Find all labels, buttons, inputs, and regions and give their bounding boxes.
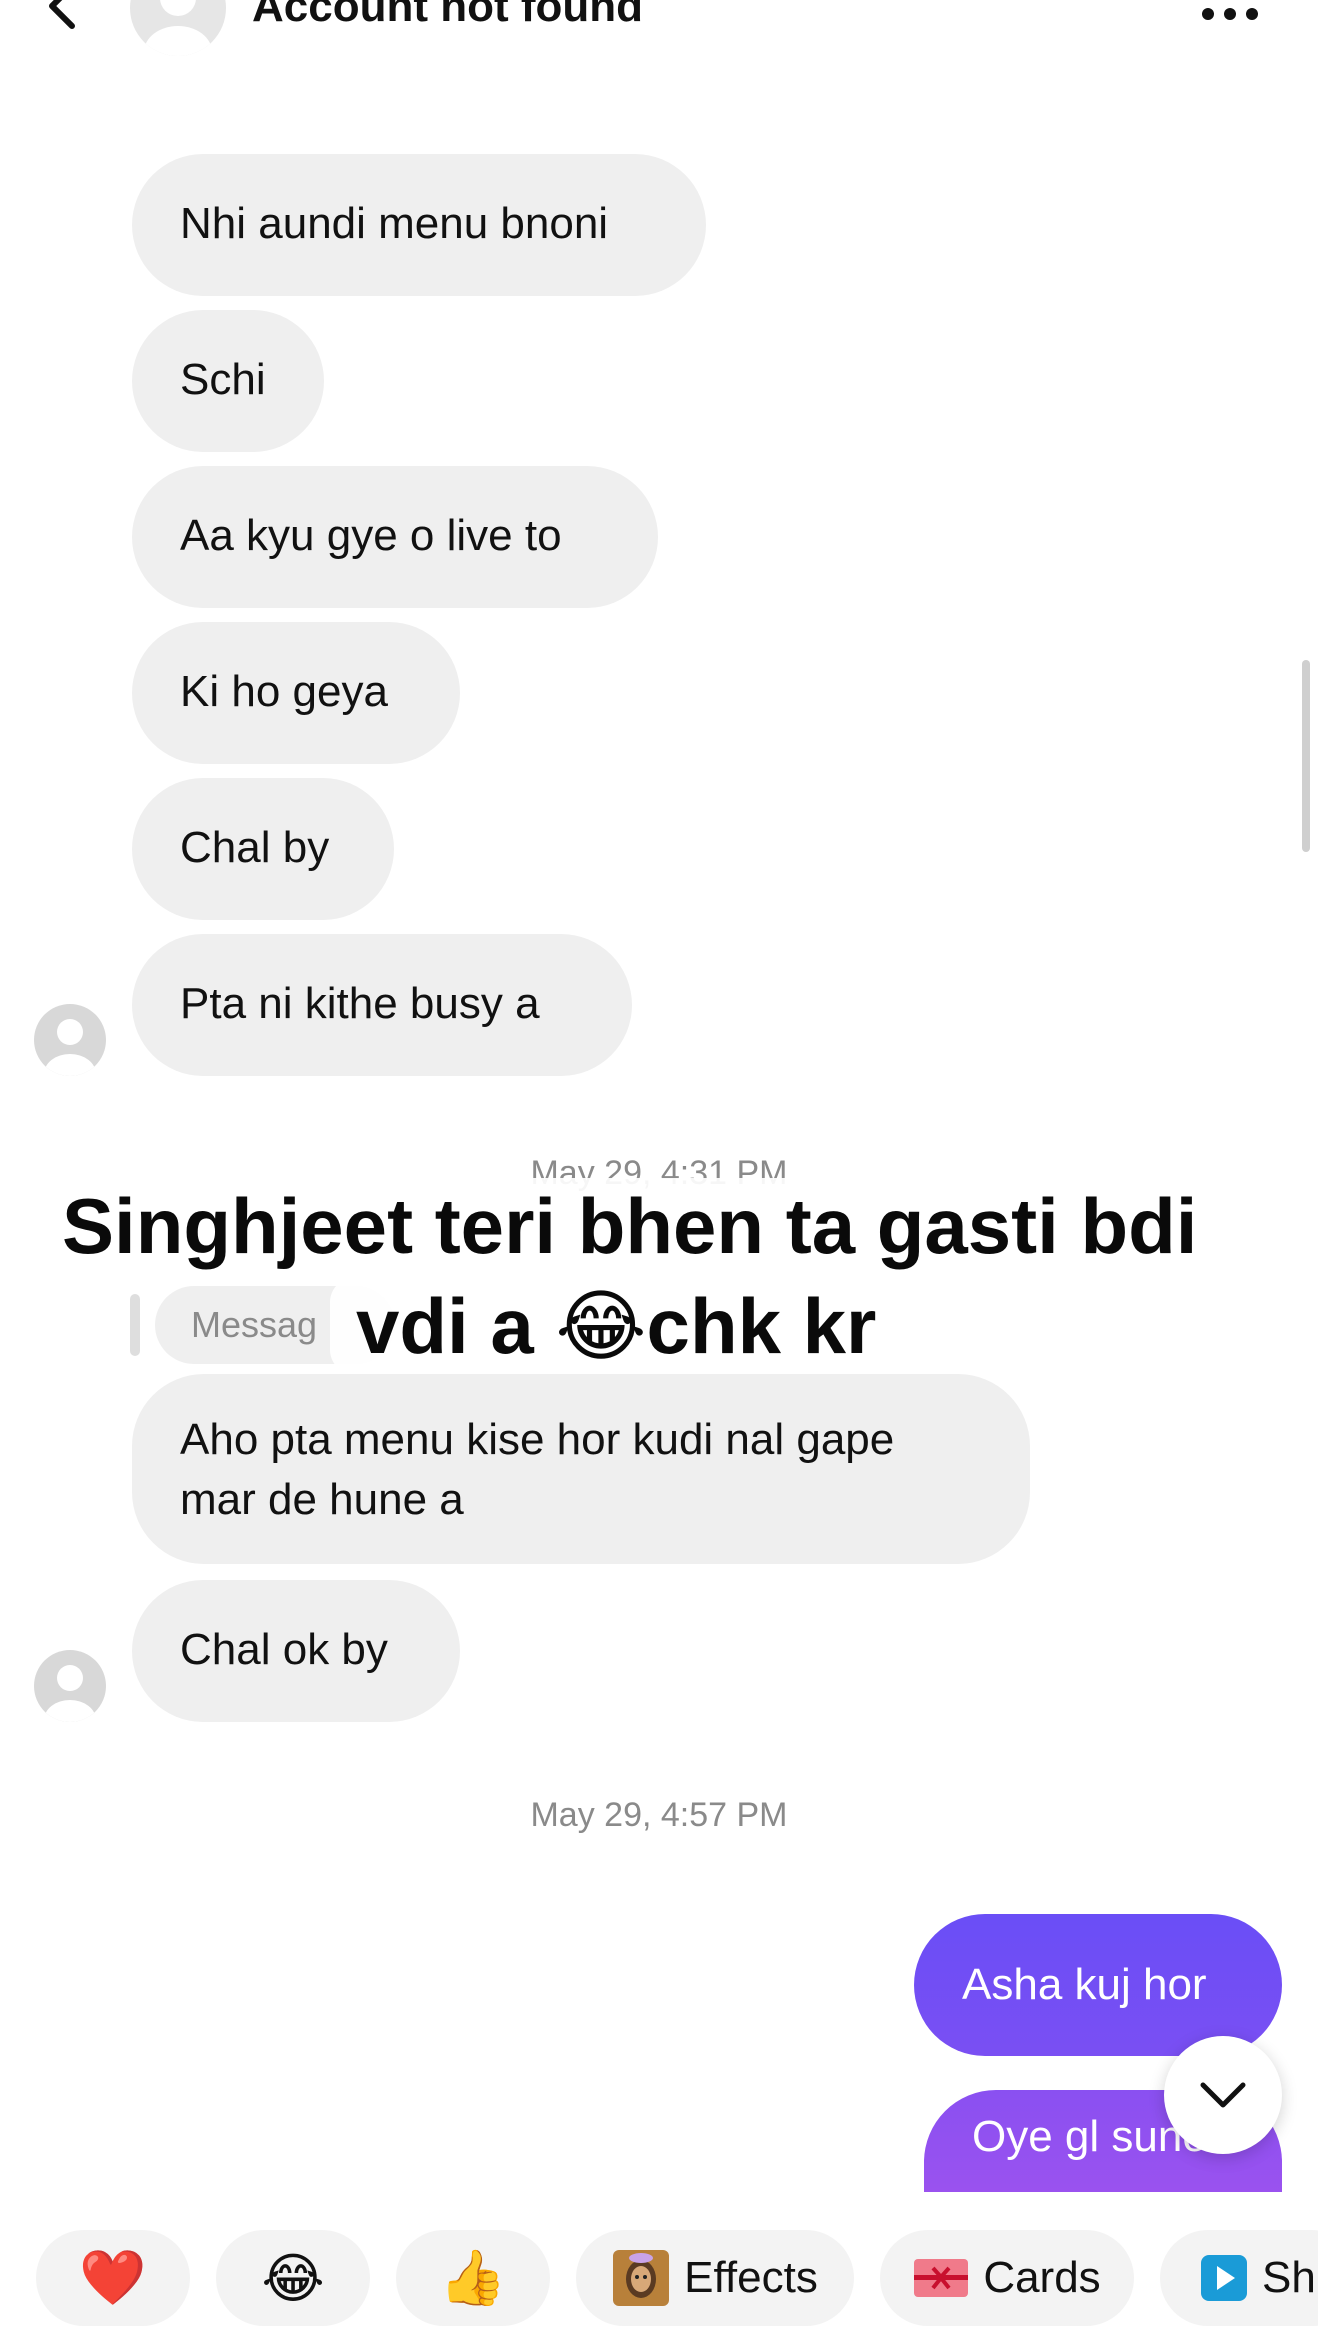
message-bubble[interactable]: Chal ok by bbox=[132, 1580, 460, 1722]
cards-label: Cards bbox=[983, 2253, 1101, 2302]
heart-icon: ❤️ bbox=[79, 2247, 147, 2308]
share-button[interactable]: Sh bbox=[1160, 2230, 1318, 2326]
effects-label: Effects bbox=[684, 2253, 818, 2302]
default-avatar-icon bbox=[44, 1019, 96, 1076]
caption-line-1: Singhjeet teri bhen ta gasti bdi bbox=[36, 1178, 1224, 1274]
effects-icon bbox=[612, 2249, 670, 2307]
reaction-heart[interactable]: ❤️ bbox=[36, 2230, 190, 2326]
sender-avatar[interactable] bbox=[34, 1650, 106, 1722]
message-bubble[interactable]: Chal by bbox=[132, 778, 394, 920]
back-arrow-icon[interactable] bbox=[40, 0, 90, 32]
caption-line-2: vdi a 😂chk kr bbox=[330, 1278, 903, 1374]
thumbs-up-icon: 👍 bbox=[439, 2247, 507, 2308]
default-avatar-icon bbox=[144, 0, 212, 56]
header-title[interactable]: Account not found bbox=[252, 0, 643, 32]
message-bubble[interactable]: Pta ni kithe busy a bbox=[132, 934, 632, 1076]
more-options-icon[interactable] bbox=[1200, 6, 1260, 22]
timestamp: May 29, 4:57 PM bbox=[530, 1796, 788, 1834]
message-bubble[interactable]: Aho pta menu kise hor kudi nal gape mar … bbox=[132, 1374, 1030, 1564]
message-bubble[interactable]: Schi bbox=[132, 310, 324, 452]
play-icon bbox=[1200, 2254, 1248, 2302]
sender-avatar[interactable] bbox=[34, 1004, 106, 1076]
share-label: Sh bbox=[1262, 2253, 1316, 2302]
laughing-emoji-icon: 😂 bbox=[261, 2248, 325, 2309]
scrollbar[interactable] bbox=[1302, 660, 1310, 852]
message-bubble[interactable]: Ki ho geya bbox=[132, 622, 460, 764]
chevron-down-icon bbox=[1200, 2082, 1246, 2108]
contact-avatar[interactable] bbox=[130, 0, 226, 56]
outgoing-message-bubble[interactable]: Asha kuj hor bbox=[914, 1914, 1282, 2056]
reply-indicator bbox=[130, 1294, 140, 1356]
reaction-laugh[interactable]: 😂 bbox=[216, 2230, 370, 2326]
gift-card-icon bbox=[913, 2258, 969, 2298]
message-bubble[interactable]: Nhi aundi menu bnoni bbox=[132, 154, 706, 296]
cards-button[interactable]: Cards bbox=[880, 2230, 1134, 2326]
effects-button[interactable]: Effects bbox=[576, 2230, 854, 2326]
message-bubble[interactable]: Aa kyu gye o live to bbox=[132, 466, 658, 608]
scroll-to-bottom-button[interactable] bbox=[1164, 2036, 1282, 2154]
default-avatar-icon bbox=[44, 1665, 96, 1722]
reaction-thumbs-up[interactable]: 👍 bbox=[396, 2230, 550, 2326]
